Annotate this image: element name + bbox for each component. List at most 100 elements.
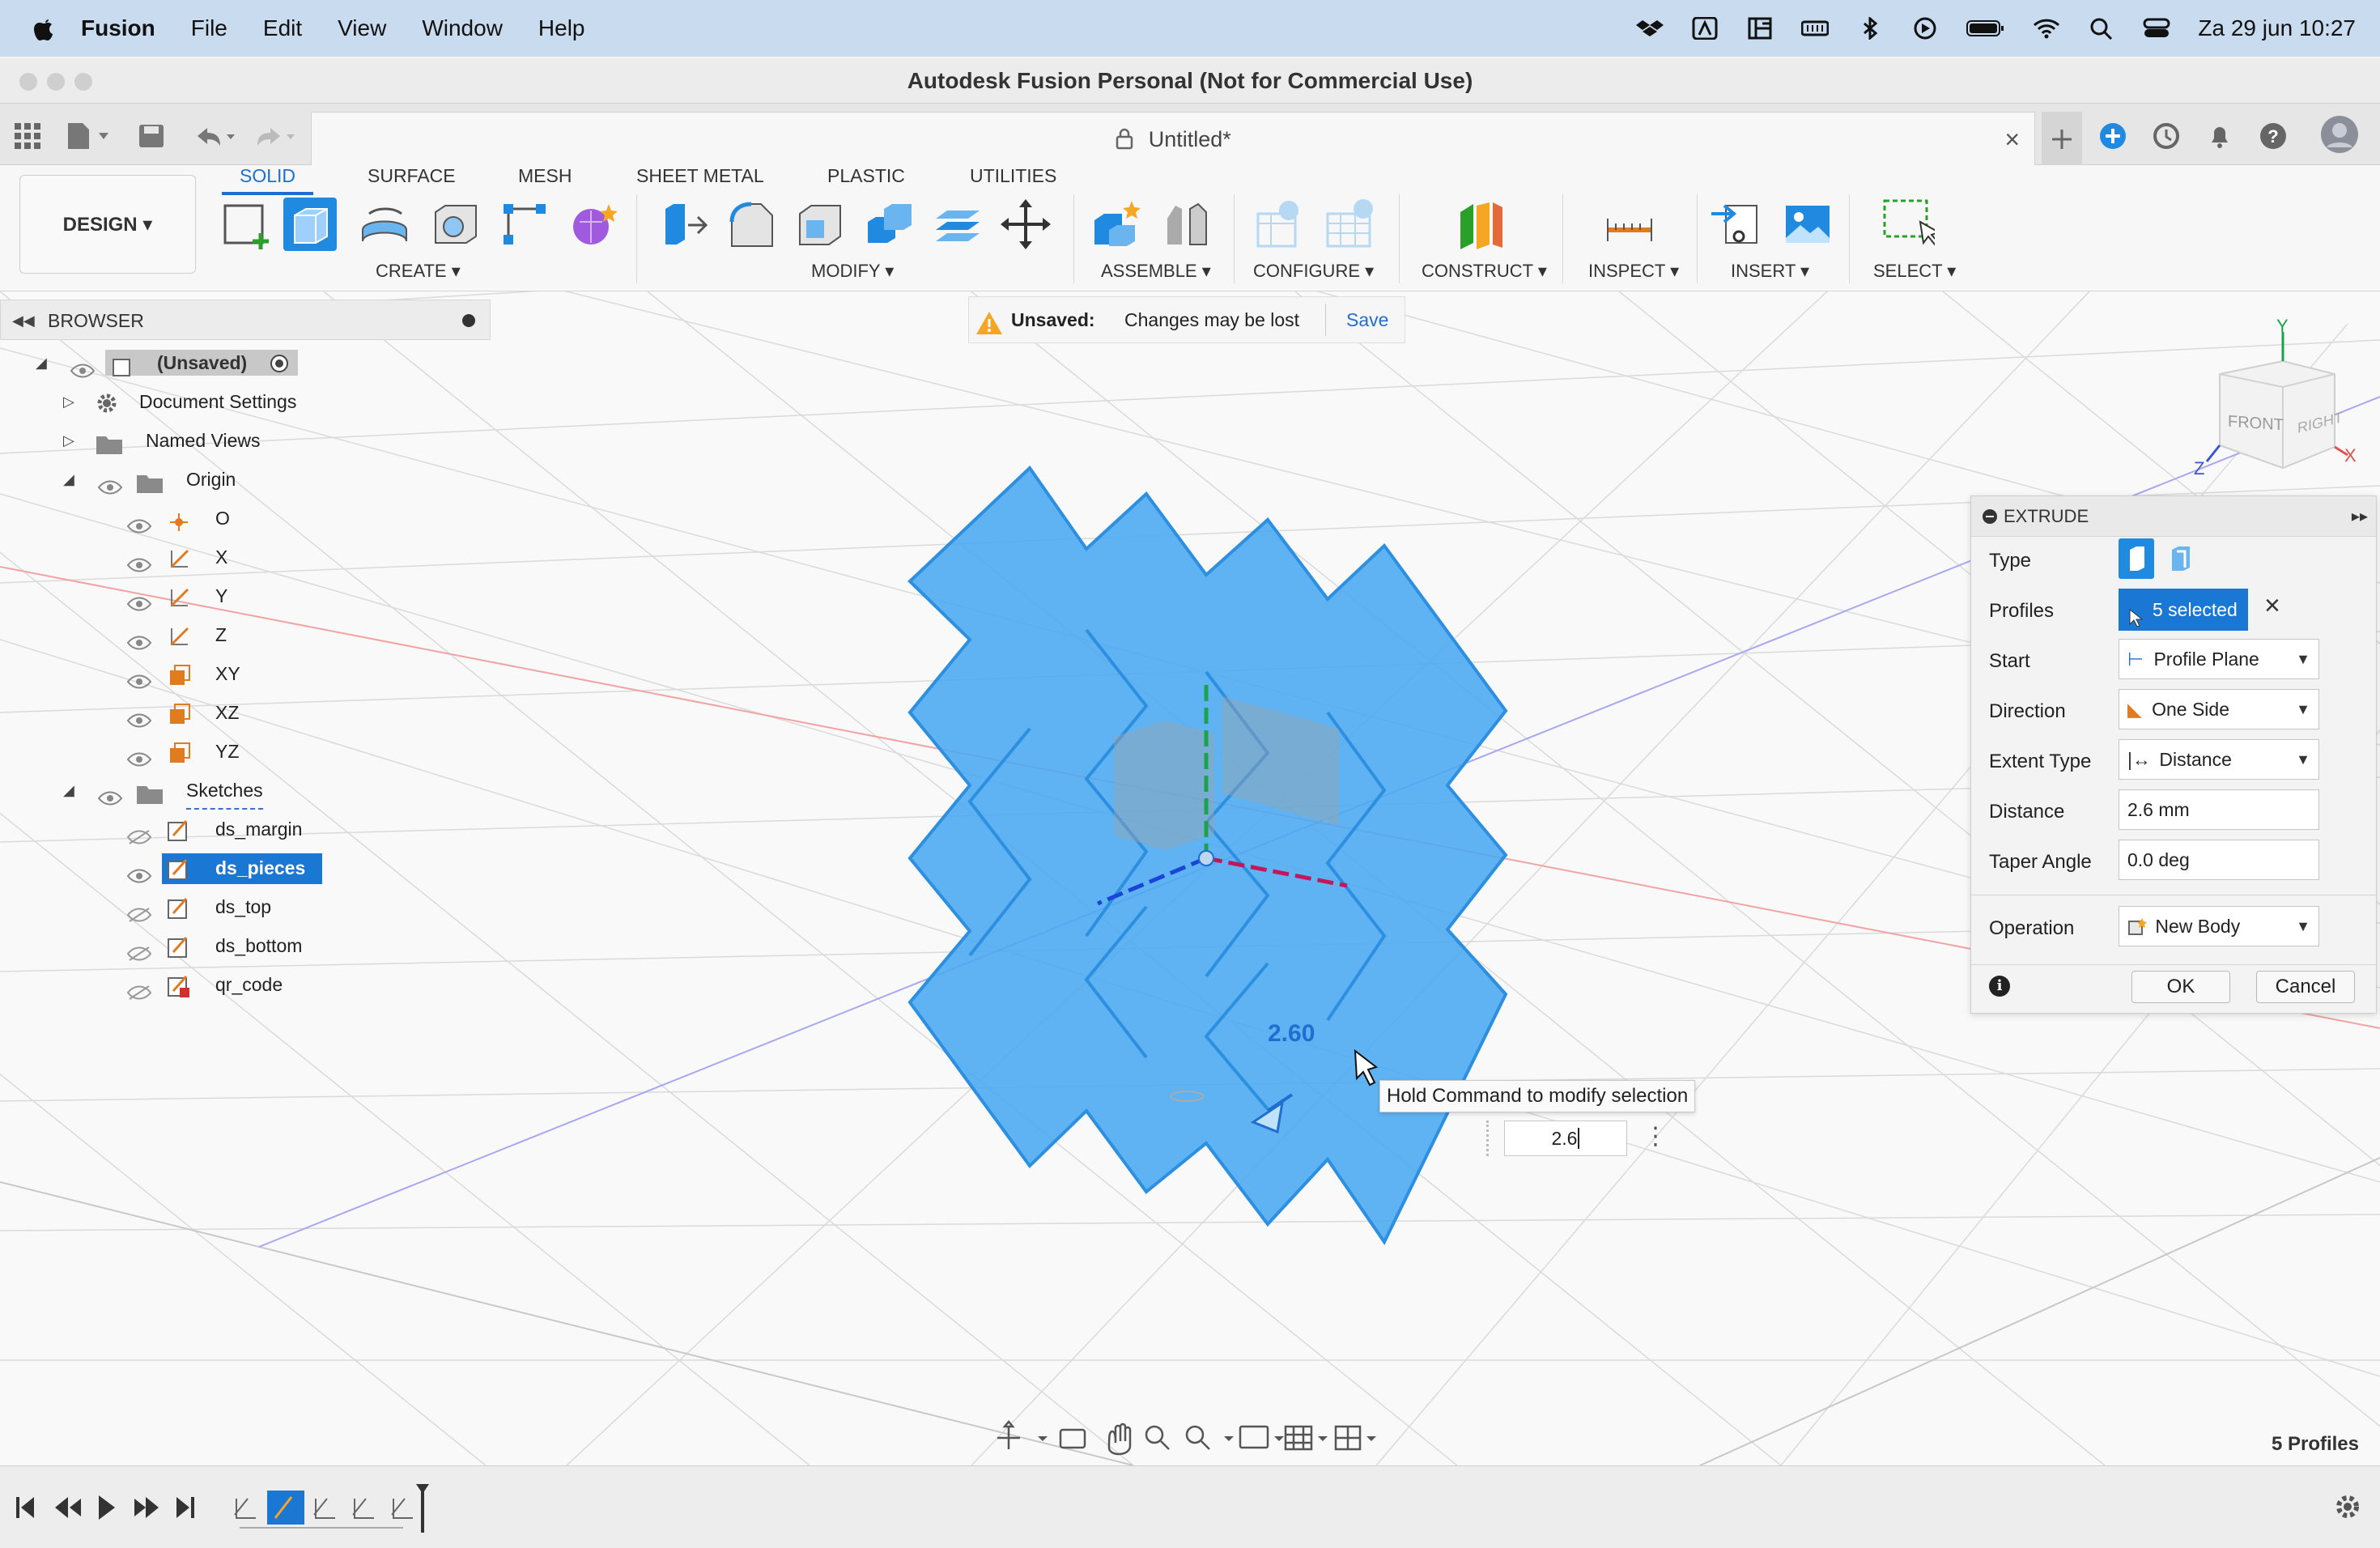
save-icon[interactable] [136,120,168,152]
timeline-next-button[interactable] [131,1491,164,1523]
insert-canvas-icon[interactable] [1781,198,1834,251]
hidden-eye-icon[interactable] [126,899,152,922]
joint-icon[interactable] [1159,198,1213,251]
save-link[interactable]: Save [1346,297,1388,342]
bluetooth-icon[interactable] [1856,15,1884,41]
app-grid-icon[interactable] [11,120,44,152]
direction-select[interactable]: ◣ One Side ▼ [2119,689,2319,729]
visibility-eye-icon[interactable] [126,510,152,534]
tab-surface[interactable]: SURFACE [368,165,456,187]
timeline-marker[interactable] [414,1482,431,1533]
select-box-icon[interactable] [1881,198,1941,251]
tab-solid[interactable]: SOLID [222,165,314,195]
distance-field[interactable]: 2.6 mm [2119,789,2319,830]
collapse-triangle-icon[interactable]: ◢ [63,772,74,808]
cancel-button[interactable]: Cancel [2256,971,2355,1003]
visibility-eye-icon[interactable] [126,549,152,572]
view-cube[interactable]: FRONT RIGHT Y X Z [2192,316,2357,478]
group-assemble[interactable]: ASSEMBLE ▾ [1101,261,1211,282]
memory-tray-icon[interactable] [1800,17,1830,40]
document-tab[interactable]: Untitled* × [311,112,2035,165]
timeline-play-button[interactable] [94,1491,121,1523]
browser-item-named-views[interactable]: ▷ Named Views [0,423,324,458]
tab-plastic[interactable]: PLASTIC [827,165,905,187]
file-menu-icon[interactable] [65,120,108,152]
visibility-eye-icon[interactable] [97,471,123,495]
media-play-icon[interactable] [1911,17,1939,40]
shell-icon[interactable] [793,198,847,251]
window-close-button[interactable] [19,73,37,91]
group-modify[interactable]: MODIFY ▾ [811,261,894,282]
viewports-icon[interactable] [1334,1418,1383,1457]
browser-item-document-settings[interactable]: ▷ Document Settings [0,384,324,419]
visibility-eye-icon[interactable] [70,355,96,378]
more-options-icon[interactable]: ⋮ [1643,1121,1668,1156]
form-icon[interactable] [567,198,620,251]
grid-tray-icon[interactable] [1746,17,1774,40]
browser-item-yz-plane[interactable]: YZ [0,734,324,769]
redo-icon[interactable] [251,120,295,152]
browser-item-sketch[interactable]: ds_top [0,889,324,925]
group-configure[interactable]: CONFIGURE ▾ [1253,261,1374,282]
browser-item-x-axis[interactable]: X [0,539,324,575]
extrude-icon[interactable] [283,198,337,251]
group-construct[interactable]: CONSTRUCT ▾ [1422,261,1547,282]
visibility-eye-icon[interactable] [126,588,152,611]
new-component-icon[interactable] [1090,198,1143,251]
configure-rule-icon[interactable] [1323,198,1376,251]
nav-orbit-icon[interactable] [996,1418,1054,1457]
nav-fit-icon[interactable] [1184,1418,1239,1457]
grid-settings-icon[interactable] [1284,1418,1331,1457]
job-status-icon[interactable] [2150,120,2182,152]
menu-file[interactable]: File [191,15,227,41]
browser-item-sketch[interactable]: qr_code [0,967,324,1002]
move-copy-icon[interactable] [999,198,1052,251]
window-zoom-button[interactable] [74,73,92,91]
hidden-eye-icon[interactable] [126,976,152,1000]
display-settings-icon[interactable] [1239,1418,1289,1457]
nav-look-at-icon[interactable] [1054,1418,1094,1457]
timeline-first-button[interactable] [11,1491,39,1523]
user-avatar[interactable] [2320,115,2359,154]
browser-item-sketch[interactable]: ds_bottom [0,928,324,963]
dimension-label[interactable]: 2.60 [1268,1020,1315,1048]
browser-item-sketch-selected[interactable]: ds_pieces [0,850,324,886]
press-pull-icon[interactable] [656,198,709,251]
distance-input-grip[interactable] [1486,1121,1502,1156]
collapse-browser-icon[interactable]: ◀◀ [12,300,35,341]
visibility-eye-icon[interactable] [126,704,152,728]
profiles-selection[interactable]: 5 selected [2119,589,2248,631]
hidden-eye-icon[interactable] [126,821,152,844]
notifications-bell-icon[interactable] [2204,120,2236,152]
pattern-icon[interactable] [499,198,552,251]
apple-menu-icon[interactable] [32,15,57,42]
nav-zoom-icon[interactable] [1143,1418,1184,1457]
expand-dialog-icon[interactable]: ▸▸ [2352,496,2368,537]
timeline-settings-gear-icon[interactable] [2333,1492,2362,1521]
tab-sheet-metal[interactable]: SHEET METAL [636,165,764,187]
visibility-eye-icon[interactable] [97,782,123,806]
timeline-previous-button[interactable] [50,1491,83,1523]
autodesk-tray-icon[interactable] [1691,16,1719,40]
timeline-last-button[interactable] [173,1491,201,1523]
group-create[interactable]: CREATE ▾ [376,261,461,282]
battery-icon[interactable] [1966,17,2005,40]
visibility-eye-icon[interactable] [126,627,152,650]
fillet-icon[interactable] [725,198,779,251]
visibility-eye-icon[interactable] [126,743,152,767]
ok-button[interactable]: OK [2131,971,2230,1003]
undo-icon[interactable] [191,120,235,152]
workspace-switcher[interactable]: DESIGN ▾ [19,175,196,274]
operation-select[interactable]: New Body ▼ [2119,906,2319,946]
browser-item-xy-plane[interactable]: XY [0,656,324,691]
timeline-feature-sketch[interactable] [230,1491,264,1525]
menubar-clock[interactable]: Za 29 jun 10:27 [2198,15,2356,41]
tab-utilities[interactable]: UTILITIES [970,165,1056,187]
menu-app-name[interactable]: Fusion [81,15,155,41]
hole-icon[interactable] [429,198,482,251]
extent-type-select[interactable]: |↔ Distance ▼ [2119,739,2319,780]
menu-edit[interactable]: Edit [263,15,302,41]
spotlight-search-icon[interactable] [2088,17,2115,40]
taper-angle-field[interactable]: 0.0 deg [2119,840,2319,880]
control-center-icon[interactable] [2143,17,2170,40]
